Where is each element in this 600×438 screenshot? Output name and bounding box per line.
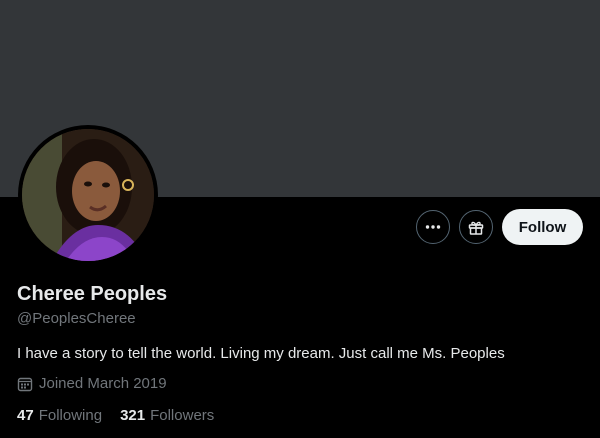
following-count: 47 (17, 407, 34, 424)
followers-label: Followers (150, 407, 215, 424)
profile-actions: Follow (416, 209, 583, 245)
bio: I have a story to tell the world. Living… (17, 345, 505, 362)
username: @PeoplesCheree (17, 310, 136, 327)
following-link[interactable]: 47 Following (17, 407, 102, 424)
gift-button[interactable] (459, 210, 493, 244)
avatar-portrait (22, 129, 154, 261)
calendar-icon (17, 377, 33, 391)
follow-button[interactable]: Follow (502, 209, 583, 245)
display-name: Cheree Peoples (17, 283, 168, 305)
more-button[interactable] (416, 210, 450, 244)
following-label: Following (38, 407, 103, 424)
follow-stats: 47 Following 321 Followers (17, 407, 214, 424)
followers-link[interactable]: 321 Followers (120, 407, 214, 424)
joined-text: Joined March 2019 (39, 375, 167, 392)
avatar-image (22, 129, 154, 261)
gift-icon (468, 221, 484, 235)
more-icon (425, 225, 441, 229)
followers-count: 321 (120, 407, 146, 424)
avatar[interactable] (18, 125, 158, 265)
joined-date: Joined March 2019 (17, 375, 167, 392)
